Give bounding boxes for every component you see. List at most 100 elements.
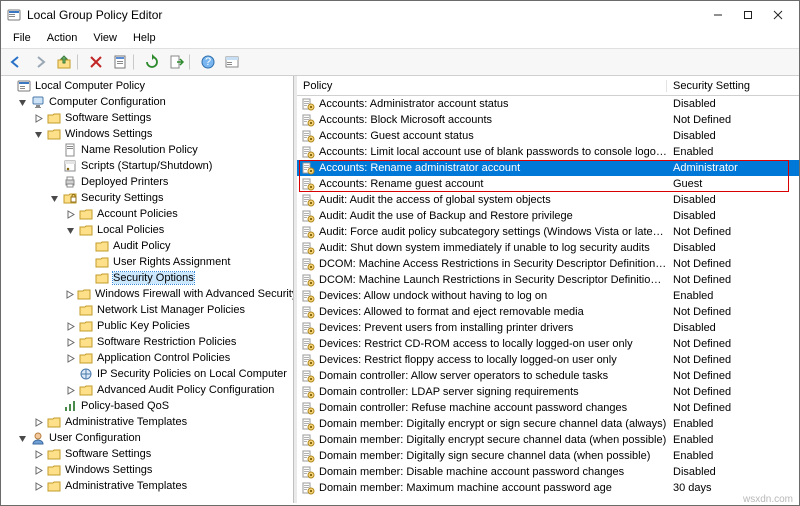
collapse-icon[interactable] — [33, 129, 44, 140]
expand-icon[interactable] — [33, 465, 44, 476]
tree-item[interactable]: Network List Manager Policies — [1, 302, 293, 318]
collapse-icon[interactable] — [65, 225, 76, 236]
refresh-button[interactable] — [141, 51, 163, 73]
column-policy[interactable]: Policy — [297, 80, 667, 92]
list-body[interactable]: Accounts: Administrator account statusDi… — [297, 96, 799, 503]
properties-button[interactable] — [109, 51, 131, 73]
policy-row[interactable]: Accounts: Administrator account statusDi… — [297, 96, 799, 112]
expand-icon[interactable] — [33, 417, 44, 428]
export-button[interactable] — [165, 51, 187, 73]
policy-row[interactable]: Devices: Restrict floppy access to local… — [297, 352, 799, 368]
policy-row[interactable]: Accounts: Rename administrator accountAd… — [297, 160, 799, 176]
tree-item[interactable]: Windows Firewall with Advanced Security — [1, 286, 293, 302]
tree-item[interactable]: Deployed Printers — [1, 174, 293, 190]
menu-action[interactable]: Action — [39, 31, 86, 45]
policy-row[interactable]: Devices: Restrict CD-ROM access to local… — [297, 336, 799, 352]
tree-item[interactable]: Local Computer Policy — [1, 78, 293, 94]
tree-item[interactable]: Administrative Templates — [1, 414, 293, 430]
policy-setting: Not Defined — [667, 402, 799, 414]
menu-view[interactable]: View — [85, 31, 125, 45]
tree-item[interactable]: Administrative Templates — [1, 478, 293, 494]
collapse-icon[interactable] — [17, 433, 28, 444]
expand-icon[interactable] — [65, 209, 76, 220]
policy-row[interactable]: Domain member: Digitally sign secure cha… — [297, 448, 799, 464]
policy-setting: Not Defined — [667, 386, 799, 398]
tree-item[interactable]: Advanced Audit Policy Configuration — [1, 382, 293, 398]
tree-item[interactable]: Software Settings — [1, 110, 293, 126]
policy-row[interactable]: DCOM: Machine Launch Restrictions in Sec… — [297, 272, 799, 288]
expand-icon[interactable] — [65, 353, 76, 364]
policy-row[interactable]: Accounts: Guest account statusDisabled — [297, 128, 799, 144]
forward-button[interactable] — [29, 51, 51, 73]
tree-item[interactable]: Policy-based QoS — [1, 398, 293, 414]
menu-file[interactable]: File — [5, 31, 39, 45]
policy-row[interactable]: Audit: Audit the access of global system… — [297, 192, 799, 208]
tree-item[interactable]: Windows Settings — [1, 126, 293, 142]
tree-item[interactable]: Security Options — [1, 270, 293, 286]
menu-help[interactable]: Help — [125, 31, 164, 45]
policy-row[interactable]: Domain member: Digitally encrypt or sign… — [297, 416, 799, 432]
expand-icon[interactable] — [65, 289, 74, 300]
policy-name: Devices: Prevent users from installing p… — [319, 322, 667, 334]
expand-icon[interactable] — [33, 449, 44, 460]
doc-icon — [63, 143, 77, 157]
tree-item[interactable]: Account Policies — [1, 206, 293, 222]
tree-item[interactable]: Windows Settings — [1, 462, 293, 478]
column-setting[interactable]: Security Setting — [667, 80, 799, 92]
tree-item[interactable]: Application Control Policies — [1, 350, 293, 366]
policy-row[interactable]: Domain controller: LDAP server signing r… — [297, 384, 799, 400]
policy-icon — [301, 145, 315, 159]
expand-icon[interactable] — [33, 481, 44, 492]
policy-row[interactable]: Accounts: Block Microsoft accountsNot De… — [297, 112, 799, 128]
tree-item[interactable]: User Configuration — [1, 430, 293, 446]
policy-icon — [301, 193, 315, 207]
policy-row[interactable]: Domain controller: Allow server operator… — [297, 368, 799, 384]
policy-row[interactable]: Domain controller: Refuse machine accoun… — [297, 400, 799, 416]
back-button[interactable] — [5, 51, 27, 73]
policy-row[interactable]: DCOM: Machine Access Restrictions in Sec… — [297, 256, 799, 272]
minimize-button[interactable] — [703, 6, 733, 24]
tree-item[interactable]: Scripts (Startup/Shutdown) — [1, 158, 293, 174]
show-hide-button[interactable] — [221, 51, 243, 73]
policy-icon — [301, 321, 315, 335]
policy-row[interactable]: Domain member: Disable machine account p… — [297, 464, 799, 480]
policy-row[interactable]: Domain member: Maximum machine account p… — [297, 480, 799, 496]
policy-icon — [301, 385, 315, 399]
delete-button[interactable] — [85, 51, 107, 73]
tree-item[interactable]: Audit Policy — [1, 238, 293, 254]
policy-row[interactable]: Audit: Audit the use of Backup and Resto… — [297, 208, 799, 224]
policy-row[interactable]: Devices: Allow undock without having to … — [297, 288, 799, 304]
policy-row[interactable]: Audit: Force audit policy subcategory se… — [297, 224, 799, 240]
up-button[interactable] — [53, 51, 75, 73]
expand-icon[interactable] — [65, 321, 76, 332]
tree-item[interactable]: IP Security Policies on Local Computer — [1, 366, 293, 382]
help-button[interactable]: ? — [197, 51, 219, 73]
tree-item[interactable]: Software Settings — [1, 446, 293, 462]
policy-setting: Disabled — [667, 194, 799, 206]
tree-item[interactable]: Local Policies — [1, 222, 293, 238]
tree-item[interactable]: Name Resolution Policy — [1, 142, 293, 158]
tree-item[interactable]: Public Key Policies — [1, 318, 293, 334]
policy-row[interactable]: Accounts: Rename guest accountGuest — [297, 176, 799, 192]
toolbar-separator — [77, 54, 83, 70]
close-button[interactable] — [763, 6, 793, 24]
expand-icon[interactable] — [33, 113, 44, 124]
titlebar: Local Group Policy Editor — [1, 1, 799, 28]
expand-icon[interactable] — [65, 385, 76, 396]
tree-item[interactable]: User Rights Assignment — [1, 254, 293, 270]
expand-icon[interactable] — [65, 337, 76, 348]
policy-row[interactable]: Devices: Prevent users from installing p… — [297, 320, 799, 336]
policy-row[interactable]: Devices: Allowed to format and eject rem… — [297, 304, 799, 320]
maximize-button[interactable] — [733, 6, 763, 24]
policy-row[interactable]: Accounts: Limit local account use of bla… — [297, 144, 799, 160]
tree-item[interactable]: Security Settings — [1, 190, 293, 206]
tree-pane[interactable]: Local Computer PolicyComputer Configurat… — [1, 76, 294, 503]
collapse-icon[interactable] — [49, 193, 60, 204]
collapse-icon[interactable] — [17, 97, 28, 108]
policy-setting: Guest — [667, 178, 799, 190]
policy-row[interactable]: Domain member: Digitally encrypt secure … — [297, 432, 799, 448]
policy-icon — [301, 353, 315, 367]
tree-item[interactable]: Software Restriction Policies — [1, 334, 293, 350]
policy-row[interactable]: Audit: Shut down system immediately if u… — [297, 240, 799, 256]
tree-item[interactable]: Computer Configuration — [1, 94, 293, 110]
